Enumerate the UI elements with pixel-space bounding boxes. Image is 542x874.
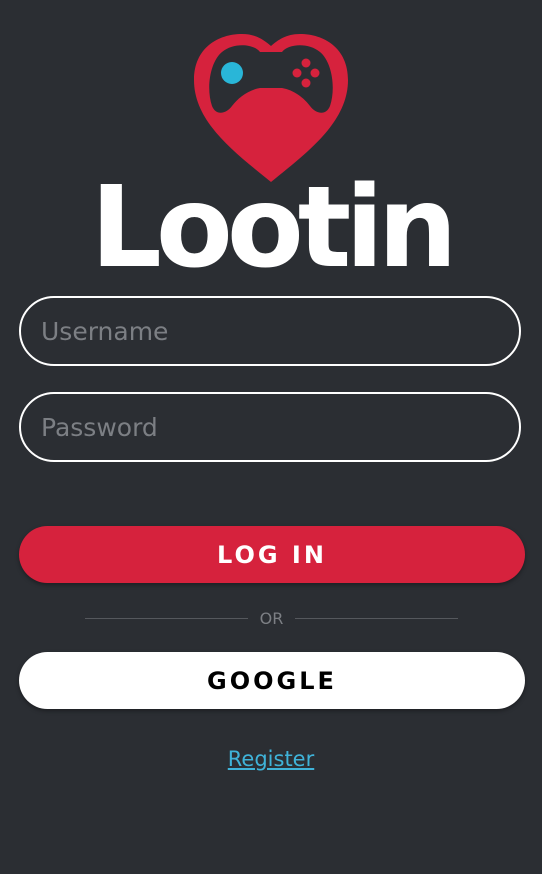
password-input[interactable]	[19, 392, 521, 462]
logo	[0, 30, 542, 182]
divider-or-label: OR	[259, 608, 284, 628]
register-container: Register	[0, 747, 542, 771]
log-in-button[interactable]: LOG IN	[19, 526, 525, 583]
or-divider: OR	[85, 607, 458, 629]
app-title: Lootin	[90, 163, 458, 293]
username-input[interactable]	[19, 296, 521, 366]
divider-line-left	[85, 617, 248, 619]
register-link[interactable]: Register	[228, 747, 314, 771]
heart-gamepad-icon	[194, 34, 348, 182]
google-sign-in-button[interactable]: GOOGLE	[19, 652, 525, 709]
divider-line-right	[295, 617, 458, 619]
